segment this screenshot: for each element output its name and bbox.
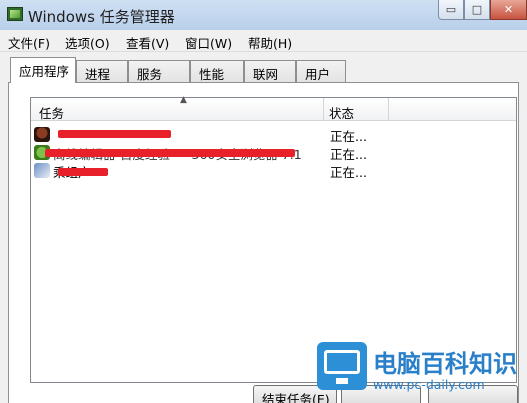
redaction-mark [58,168,108,176]
user-window-icon [34,163,50,178]
watermark-logo: 电脑百科知识 www.pc-daily.com [317,340,527,403]
tab-processes[interactable]: 进程 [76,60,128,82]
column-divider[interactable] [388,98,389,121]
watermark-title: 电脑百科知识 [373,350,517,378]
task-status: 正在... [330,165,367,180]
monitor-logo-icon [317,342,367,390]
menu-bar: 文件(F) 选项(O) 查看(V) 窗口(W) 帮助(H) [0,30,527,52]
menu-options[interactable]: 选项(O) [65,33,110,52]
menu-file[interactable]: 文件(F) [8,33,50,52]
task-status: 正在... [330,129,367,144]
list-item[interactable]: 离线编辑器-百度经验 --- 360安全浏览器 7.1 正在... [31,144,524,162]
list-item[interactable]: 正在... [31,126,524,144]
tab-users[interactable]: 用户 [296,60,346,82]
task-manager-icon [7,7,23,21]
column-status[interactable]: 状态 [329,103,354,122]
maximize-button[interactable]: □ [464,0,490,20]
watermark-url: www.pc-daily.com [373,377,485,392]
menu-window[interactable]: 窗口(W) [185,33,232,52]
menu-help[interactable]: 帮助(H) [248,33,292,52]
sort-ascending-icon: ▲ [180,95,187,105]
tab-performance[interactable]: 性能 [190,60,244,82]
close-button[interactable]: ✕ [490,0,527,20]
list-item[interactable]: 乘组户 正在... [31,162,524,180]
list-header: ▲ 任务 状态 [31,95,516,122]
window-title: Windows 任务管理器 [28,8,175,26]
column-task[interactable]: 任务 [39,103,64,122]
task-status: 正在... [330,147,367,162]
column-divider[interactable] [323,98,324,121]
tab-applications[interactable]: 应用程序 [10,57,76,83]
minimize-button[interactable]: ▭ [438,0,464,20]
tab-services[interactable]: 服务 [128,60,190,82]
avatar-icon [34,127,50,142]
redaction-mark [58,130,171,138]
title-bar: Windows 任务管理器 ▭ □ ✕ [0,0,527,30]
tab-networking[interactable]: 联网 [244,60,296,82]
redaction-mark [45,149,295,157]
menu-view[interactable]: 查看(V) [126,33,169,52]
